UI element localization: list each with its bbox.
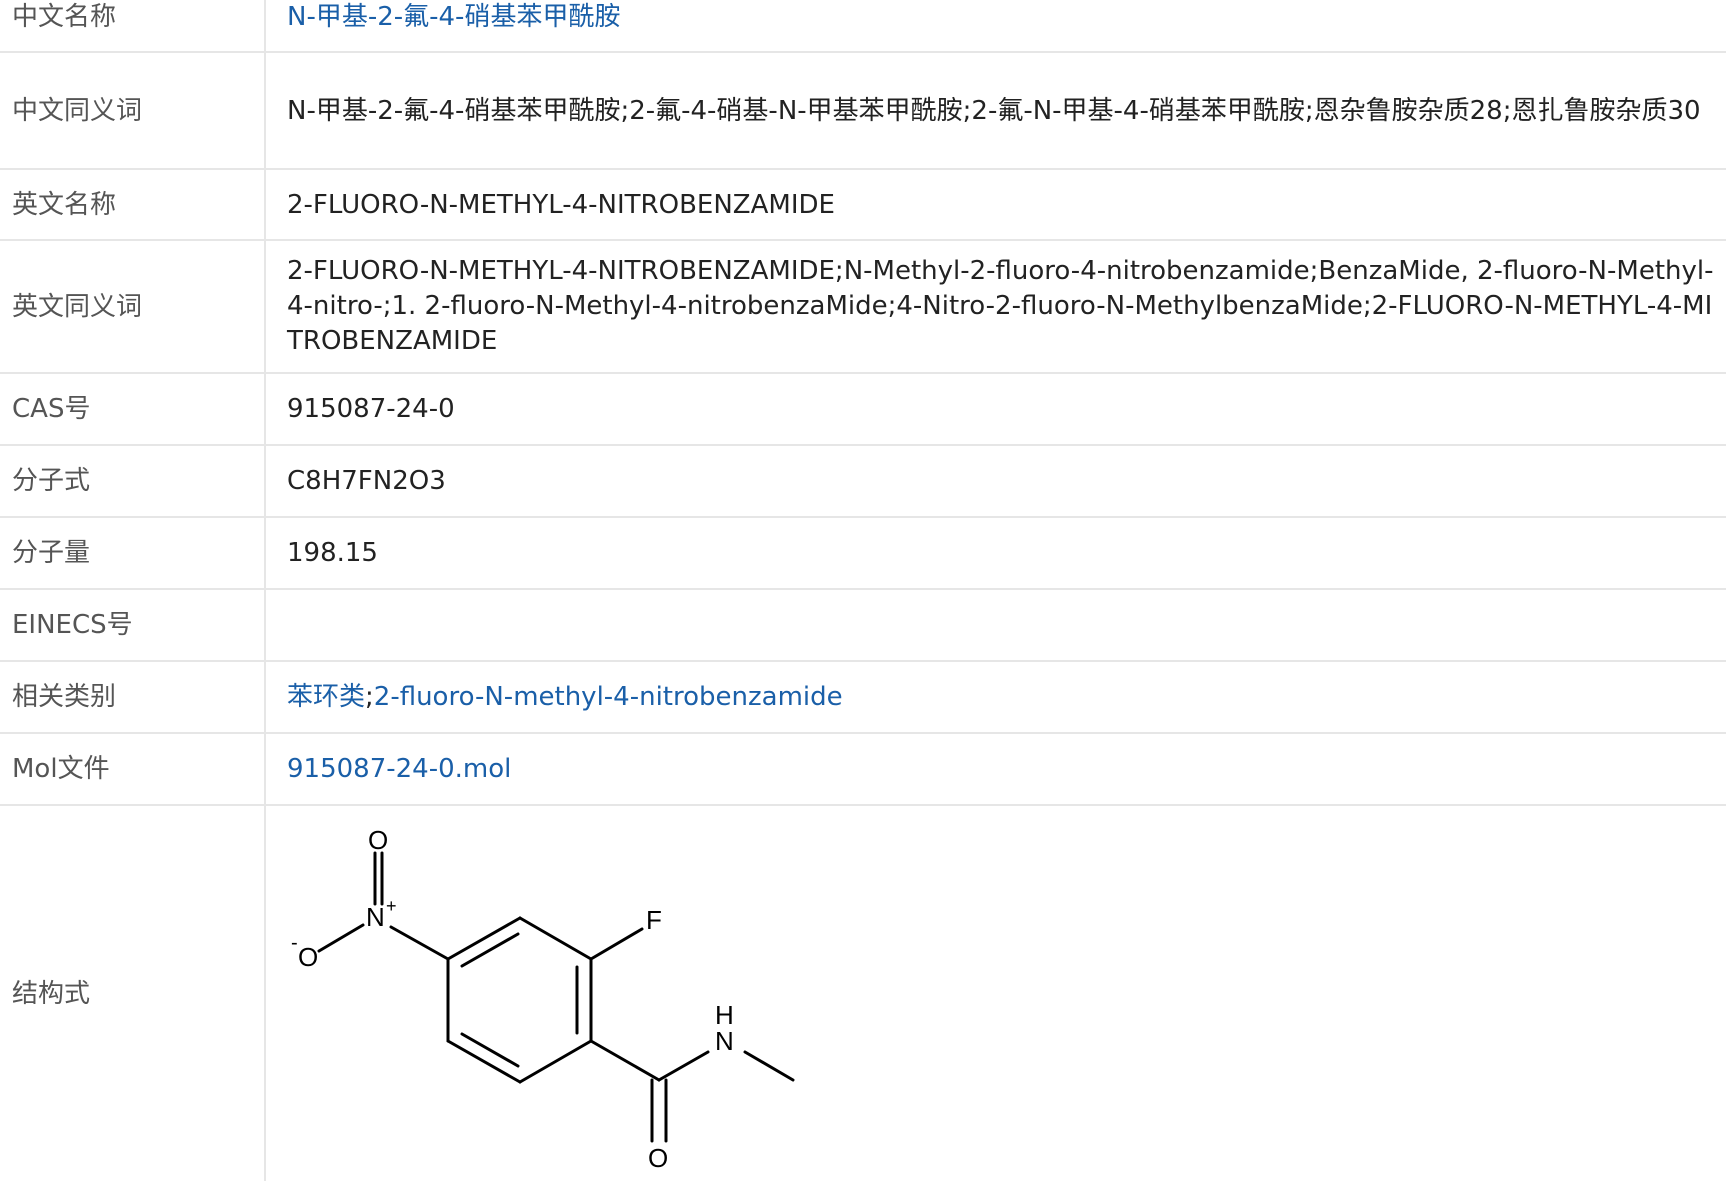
value-chinese-synonyms: N-甲基-2-氟-4-硝基苯甲酰胺;2-氟-4-硝基-N-甲基苯甲酰胺;2-氟-… bbox=[265, 52, 1726, 170]
row-structure: 结构式 O N + O - F H N O bbox=[0, 805, 1726, 1181]
bond-ring-1-inner bbox=[460, 932, 520, 968]
category-link-benzene[interactable]: 苯环类 bbox=[287, 682, 365, 712]
value-mol-weight: 198.15 bbox=[265, 517, 1726, 590]
label-formula: 分子式 bbox=[0, 445, 266, 518]
bond-n-ring bbox=[389, 925, 450, 961]
row-english-synonyms: 英文同义词 2-FLUORO-N-METHYL-4-NITROBENZAMIDE… bbox=[0, 240, 1726, 374]
structure-image: O N + O - F H N O bbox=[291, 825, 795, 1173]
value-einecs bbox=[265, 589, 1726, 662]
chinese-name-link[interactable]: N-甲基-2-氟-4-硝基苯甲酰胺 bbox=[287, 2, 620, 32]
atom-n-nitro: N bbox=[366, 902, 385, 932]
label-einecs: EINECS号 bbox=[0, 589, 266, 662]
bond-c-amide bbox=[589, 1039, 661, 1082]
row-mol-weight: 分子量 198.15 bbox=[0, 517, 1726, 590]
bond-c-n bbox=[657, 1050, 710, 1082]
row-mol-file: Mol文件 915087-24-0.mol bbox=[0, 733, 1726, 806]
label-structure: 结构式 bbox=[0, 805, 266, 1181]
category-separator: ; bbox=[365, 682, 374, 712]
label-english-name: 英文名称 bbox=[0, 169, 266, 241]
bond-ring-2 bbox=[518, 916, 593, 961]
bond-f bbox=[589, 927, 644, 961]
label-cas: CAS号 bbox=[0, 373, 266, 446]
label-category: 相关类别 bbox=[0, 661, 266, 734]
bond-ring-4 bbox=[518, 1039, 593, 1084]
value-chinese-name[interactable]: N-甲基-2-氟-4-硝基苯甲酰胺 bbox=[265, 0, 1726, 53]
atom-f: F bbox=[646, 905, 662, 935]
structure-figure: O N + O - F H N O bbox=[266, 806, 1722, 1181]
row-chinese-synonyms: 中文同义词 N-甲基-2-氟-4-硝基苯甲酰胺;2-氟-4-硝基-N-甲基苯甲酰… bbox=[0, 52, 1726, 170]
value-mol-file[interactable]: 915087-24-0.mol bbox=[265, 733, 1726, 806]
label-english-synonyms: 英文同义词 bbox=[0, 240, 266, 374]
value-structure: O N + O - F H N O bbox=[265, 805, 1726, 1181]
label-mol-file: Mol文件 bbox=[0, 733, 266, 806]
atom-o-carbonyl: O bbox=[648, 1143, 668, 1173]
value-cas: 915087-24-0 bbox=[265, 373, 1726, 446]
bond-ring-5-inner bbox=[460, 1032, 520, 1068]
bond-n-methyl bbox=[743, 1050, 795, 1082]
row-category: 相关类别 苯环类;2-fluoro-N-methyl-4-nitrobenzam… bbox=[0, 661, 1726, 734]
label-chinese-name: 中文名称 bbox=[0, 0, 266, 53]
atom-minus: - bbox=[291, 932, 298, 954]
label-mol-weight: 分子量 bbox=[0, 517, 266, 590]
row-english-name: 英文名称 2-FLUORO-N-METHYL-4-NITROBENZAMIDE bbox=[0, 169, 1726, 241]
atom-o-left: O bbox=[298, 942, 318, 972]
row-cas: CAS号 915087-24-0 bbox=[0, 373, 1726, 446]
value-category: 苯环类;2-fluoro-N-methyl-4-nitrobenzamide bbox=[265, 661, 1726, 734]
value-formula: C8H7FN2O3 bbox=[265, 445, 1726, 518]
atom-n-amide: N bbox=[715, 1026, 734, 1056]
category-link-compound[interactable]: 2-fluoro-N-methyl-4-nitrobenzamide bbox=[374, 682, 843, 712]
bond-n-o-left bbox=[317, 923, 365, 953]
value-english-synonyms: 2-FLUORO-N-METHYL-4-NITROBENZAMIDE;N-Met… bbox=[265, 240, 1726, 374]
label-chinese-synonyms: 中文同义词 bbox=[0, 52, 266, 170]
value-english-name: 2-FLUORO-N-METHYL-4-NITROBENZAMIDE bbox=[265, 169, 1726, 241]
atom-plus: + bbox=[386, 896, 397, 916]
row-chinese-name: 中文名称 N-甲基-2-氟-4-硝基苯甲酰胺 bbox=[0, 0, 1726, 53]
row-einecs: EINECS号 bbox=[0, 589, 1726, 662]
properties-table: 中文名称 N-甲基-2-氟-4-硝基苯甲酰胺 中文同义词 N-甲基-2-氟-4-… bbox=[0, 0, 1726, 1181]
row-formula: 分子式 C8H7FN2O3 bbox=[0, 445, 1726, 518]
mol-file-link[interactable]: 915087-24-0.mol bbox=[287, 754, 511, 784]
atom-o-top: O bbox=[368, 825, 388, 855]
